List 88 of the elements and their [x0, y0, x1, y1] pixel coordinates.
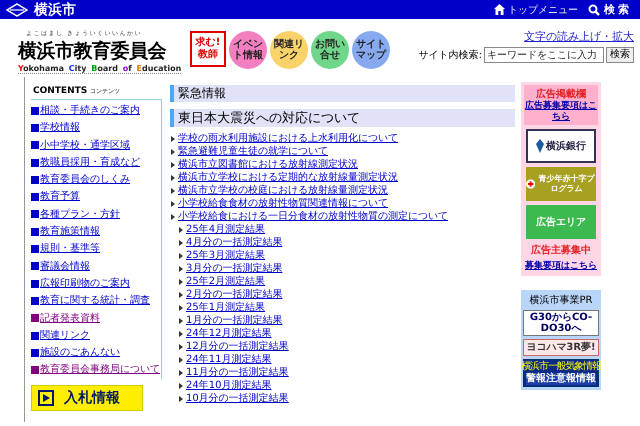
- sidebar-link[interactable]: 小中学校・通学区域: [31, 136, 161, 154]
- city-emblem-icon: [6, 2, 28, 16]
- sidebar-link[interactable]: 教育委員会事務局について: [31, 361, 161, 379]
- sidebar-link[interactable]: 審議会情報: [31, 258, 161, 275]
- triangle-icon: [179, 318, 183, 324]
- triangle-icon: [171, 136, 175, 142]
- sidebar-link[interactable]: 教育委員会のしくみ: [31, 171, 161, 188]
- quick-link-button[interactable]: イベント情報: [229, 31, 267, 69]
- sidebar-link[interactable]: 教育施策情報: [31, 223, 161, 240]
- link[interactable]: 学校の雨水利用施設における上水利用化について: [178, 132, 398, 145]
- triangle-icon: [171, 162, 175, 168]
- triangle-icon: [179, 382, 183, 388]
- link[interactable]: 24年10月測定結果: [186, 379, 272, 392]
- logo-title[interactable]: 横浜市教育委員会: [18, 38, 190, 64]
- link[interactable]: 25年3月測定結果: [186, 249, 266, 262]
- sidebar-link[interactable]: 教職員採用・育成など: [31, 154, 161, 172]
- wanted-guide-link[interactable]: 募集要項はこちら: [525, 261, 597, 272]
- link[interactable]: 横浜市立学校における定期的な放射線量測定状況: [178, 171, 398, 184]
- link[interactable]: 10月分の一括測定結果: [186, 392, 289, 405]
- search-link[interactable]: 検索: [604, 2, 632, 17]
- city-name[interactable]: 横浜市: [34, 0, 76, 18]
- triangle-icon: [179, 356, 183, 362]
- teacher-recruit-button[interactable]: 求む!教師: [190, 31, 226, 67]
- triangle-icon: [179, 226, 183, 232]
- triangle-icon: [179, 266, 183, 272]
- triangle-icon: [179, 278, 183, 284]
- quick-link-button[interactable]: サイトマップ: [352, 31, 390, 69]
- link[interactable]: 小学校給食における一日分食材の放射性物質の測定について: [178, 210, 448, 223]
- bank-banner[interactable]: 横浜銀行: [526, 129, 596, 163]
- link[interactable]: 25年1月測定結果: [186, 301, 266, 314]
- ad-title: 広告掲載欄: [535, 87, 587, 100]
- bid-info-button[interactable]: 入札情報: [31, 384, 143, 411]
- link[interactable]: 2月分の一括測定結果: [186, 288, 282, 301]
- sidebar-link[interactable]: 各種プラン・方針: [31, 206, 161, 224]
- home-icon: [494, 4, 505, 15]
- triangle-icon: [179, 292, 183, 298]
- logo-subtitle: Yokohama City Board of Education: [18, 64, 182, 74]
- link[interactable]: 4月分の一括測定結果: [186, 236, 282, 249]
- search-button[interactable]: 検索: [606, 47, 634, 63]
- sidebar-link[interactable]: 施設のごあんない: [31, 344, 161, 362]
- link[interactable]: 小学校給食食材の放射性物質関連情報について: [178, 197, 388, 210]
- search-field[interactable]: キーワードをここに入力: [484, 47, 604, 63]
- sidebar-link[interactable]: 広報印刷物のご案内: [31, 274, 161, 292]
- search-label: サイト内検索:: [418, 48, 482, 62]
- triangle-icon: [171, 200, 175, 206]
- link[interactable]: 横浜市立図書館における放射線測定状況: [178, 158, 358, 171]
- triangle-icon: [171, 174, 175, 180]
- play-icon: [38, 390, 54, 406]
- sidebar-link[interactable]: 相談・手続きのご案内: [31, 102, 161, 120]
- quick-link-button[interactable]: お問い合せ: [311, 31, 349, 69]
- link[interactable]: 25年2月測定結果: [186, 275, 266, 288]
- link[interactable]: 24年12月測定結果: [186, 327, 272, 340]
- triangle-icon: [179, 304, 183, 310]
- triangle-icon: [179, 396, 183, 402]
- triangle-icon: [179, 240, 183, 246]
- triangle-icon: [179, 370, 183, 376]
- section-heading: 東日本大震災への対応について: [170, 109, 515, 127]
- link[interactable]: 24年11月測定結果: [186, 353, 272, 366]
- link[interactable]: 3月分の一括測定結果: [186, 262, 282, 275]
- contents-heading: CONTENTS: [33, 86, 88, 96]
- pr-title: 横浜市事業PR: [530, 294, 592, 307]
- top-menu-link[interactable]: トップメニュー: [508, 2, 578, 16]
- sidebar-link[interactable]: 規則・基準等: [31, 240, 161, 258]
- triangle-icon: [171, 148, 175, 154]
- ad-guide-link[interactable]: 広告募集要項はこちら: [524, 101, 598, 123]
- link[interactable]: 12月分の一括測定結果: [186, 340, 289, 353]
- triangle-icon: [179, 344, 183, 350]
- sidebar-link[interactable]: 関連リンク: [31, 326, 161, 344]
- codo-banner[interactable]: G30からCO-DO30へ: [523, 310, 599, 336]
- advertiser-wanted: 広告主募集中: [531, 243, 591, 257]
- triangle-icon: [171, 214, 175, 220]
- link[interactable]: 1月分の一括測定結果: [186, 314, 282, 327]
- sidebar-link[interactable]: 教育予算: [31, 188, 161, 206]
- search-icon: [588, 4, 600, 16]
- triangle-icon: [179, 330, 183, 336]
- recycle-banner[interactable]: ヨコハマ3R夢!: [523, 339, 599, 356]
- link[interactable]: 緊急避難児童生徒の就学について: [178, 145, 328, 158]
- link[interactable]: 25年4月測定結果: [186, 223, 266, 236]
- link[interactable]: 横浜市立学校の校庭における放射線量測定状況: [178, 184, 388, 197]
- quick-link-button[interactable]: 関連リンク: [270, 31, 308, 69]
- link[interactable]: 11月分の一括測定結果: [186, 366, 289, 379]
- read-aloud-link[interactable]: 文字の読み上げ・拡大: [524, 29, 634, 44]
- sidebar-link[interactable]: 学校情報: [31, 119, 161, 137]
- triangle-icon: [179, 252, 183, 258]
- triangle-icon: [171, 188, 175, 194]
- sidebar-link[interactable]: 記者発表資料: [31, 310, 161, 327]
- section-heading: 緊急情報: [170, 85, 515, 102]
- sidebar-link[interactable]: 教育に関する統計・調査: [31, 292, 161, 310]
